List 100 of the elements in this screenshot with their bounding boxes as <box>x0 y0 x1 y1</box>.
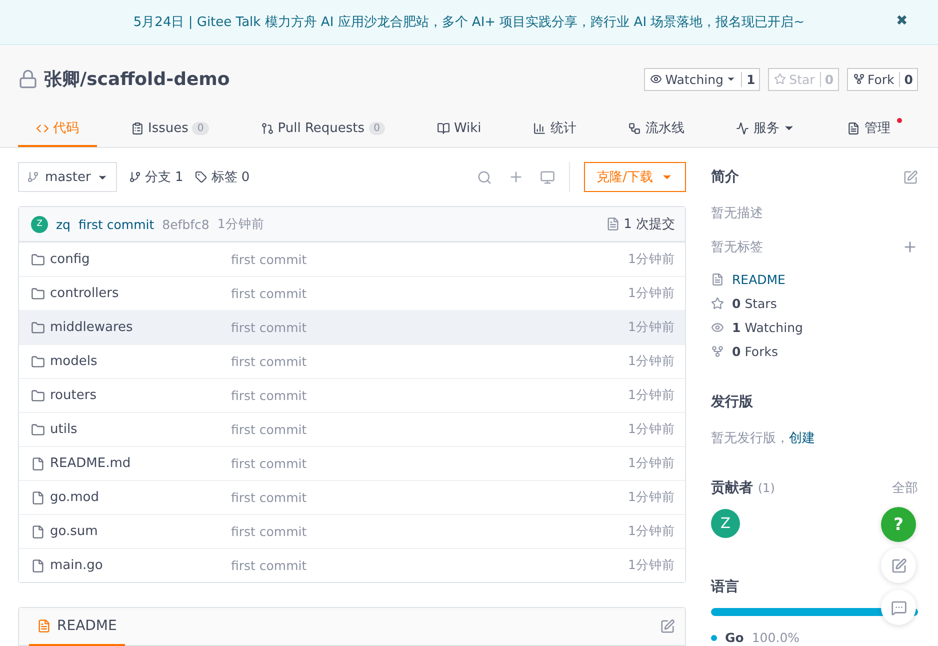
document-icon <box>711 273 724 286</box>
file-name[interactable]: utils <box>31 422 231 437</box>
languages-title: 语言 <box>711 578 739 596</box>
nav-tab[interactable]: 管理 <box>829 111 908 147</box>
file-time: 1分钟前 <box>628 421 675 438</box>
branch-icon <box>27 171 39 183</box>
plus-icon[interactable] <box>902 239 918 255</box>
nav-tab[interactable]: Pull Requests 0 <box>242 111 403 147</box>
file-name[interactable]: README.md <box>31 456 231 471</box>
stat-text[interactable]: 1 Watching <box>732 320 803 335</box>
commit-message[interactable]: first commit <box>78 216 154 232</box>
file-commit-message: first commit <box>231 354 307 369</box>
commit-author[interactable]: zq <box>56 216 70 232</box>
edit-icon <box>890 558 906 574</box>
file-name[interactable]: go.mod <box>31 490 231 505</box>
pull-request-icon <box>260 122 274 134</box>
file-commit-message: first commit <box>231 252 307 267</box>
nav-tab[interactable]: 流水线 <box>610 111 702 147</box>
edit-icon[interactable] <box>660 619 675 634</box>
chat-icon <box>890 600 906 616</box>
fork-icon <box>711 345 724 358</box>
star-icon <box>774 73 786 85</box>
readme-tab[interactable]: README <box>29 608 125 646</box>
file-time: 1分钟前 <box>628 489 675 506</box>
branch-select[interactable]: master <box>18 162 117 192</box>
file-name[interactable]: routers <box>31 388 231 403</box>
repo-title[interactable]: 张卿/scaffold-demo <box>44 67 230 91</box>
readme-link[interactable]: README <box>732 272 786 287</box>
fork-button[interactable]: Fork 0 <box>846 68 918 90</box>
document-icon <box>847 122 860 134</box>
file-time: 1分钟前 <box>628 523 675 540</box>
file-commit-message: first commit <box>231 524 307 539</box>
book-icon <box>436 122 450 134</box>
file-time: 1分钟前 <box>628 285 675 302</box>
commit-time: 1分钟前 <box>217 216 264 232</box>
stat-text[interactable]: 0 Stars <box>732 296 777 311</box>
file-commit-message: first commit <box>231 456 307 471</box>
file-name[interactable]: main.go <box>31 558 231 573</box>
tags-link[interactable]: 标签 0 <box>195 168 250 186</box>
folder-icon <box>31 252 45 266</box>
plus-icon[interactable] <box>508 169 524 185</box>
branch-icon <box>128 171 141 183</box>
file-commit-message: first commit <box>231 388 307 403</box>
search-icon[interactable] <box>476 170 492 184</box>
file-name[interactable]: middlewares <box>31 320 231 335</box>
file-time: 1分钟前 <box>628 353 675 370</box>
eye-icon <box>711 321 724 334</box>
file-name[interactable]: models <box>31 354 231 369</box>
intro-title: 简介 <box>711 168 739 186</box>
code-icon <box>36 122 49 134</box>
language-name: Go <box>725 630 744 645</box>
contributors-title: 贡献者 (1) <box>711 479 775 497</box>
eye-button[interactable]: Watching 1 <box>644 68 760 90</box>
bar-chart-icon <box>533 122 546 134</box>
tags-text: 暂无标签 <box>711 239 763 256</box>
file-name[interactable]: config <box>31 252 231 267</box>
file-commit-message: first commit <box>231 320 307 335</box>
commit-count-link[interactable]: 1 次提交 <box>606 215 675 233</box>
file-time: 1分钟前 <box>628 455 675 472</box>
checklist-icon <box>131 122 144 134</box>
file-row[interactable]: main.go first commit 1分钟前 <box>19 548 685 582</box>
edit-icon[interactable] <box>903 170 918 184</box>
count-badge: 0 <box>368 122 385 134</box>
monitor-icon[interactable] <box>540 170 555 184</box>
language-percent: 100.0% <box>752 630 800 645</box>
pipeline-icon <box>628 122 642 134</box>
star-icon <box>711 297 724 310</box>
feedback-button[interactable] <box>881 548 916 583</box>
releases-title: 发行版 <box>711 393 753 411</box>
folder-icon <box>31 320 45 334</box>
commit-hash: 8efbfc8 <box>162 216 210 232</box>
file-name[interactable]: go.sum <box>31 524 231 539</box>
description-text: 暂无描述 <box>711 205 763 222</box>
document-icon <box>37 618 51 632</box>
stat-text[interactable]: 0 Forks <box>732 344 778 359</box>
create-link[interactable]: 创建 <box>789 429 815 447</box>
tag-icon <box>195 171 208 183</box>
file-icon <box>31 558 45 572</box>
file-commit-message: first commit <box>231 490 307 505</box>
nav-tab[interactable]: Wiki <box>418 111 500 147</box>
file-time: 1分钟前 <box>628 251 675 268</box>
file-name[interactable]: controllers <box>31 286 231 301</box>
banner-text[interactable]: 5月24日 | Gitee Talk 模力方舟 AI 应用沙龙合肥站，多个 AI+ 项目实践分享，跨行业 AI 场景落地，报名现已开启~ <box>133 13 805 31</box>
folder-icon <box>31 354 45 368</box>
nav-tab[interactable]: 服务 <box>718 111 814 147</box>
chat-button[interactable] <box>881 590 916 625</box>
folder-icon <box>31 286 45 300</box>
close-button[interactable]: ✖ <box>896 12 908 28</box>
file-time: 1分钟前 <box>628 319 675 336</box>
file-commit-message: first commit <box>231 422 307 437</box>
branches-link[interactable]: 分支 1 <box>128 168 184 186</box>
file-row[interactable]: middlewares first commit 1分钟前 <box>19 310 685 344</box>
nav-tab[interactable]: Issues 0 <box>113 111 227 147</box>
file-commit-message: first commit <box>231 286 307 301</box>
file-time: 1分钟前 <box>628 557 675 574</box>
file-icon <box>31 524 45 538</box>
file-time: 1分钟前 <box>628 387 675 404</box>
count-badge: 0 <box>192 122 209 134</box>
nav-tab[interactable]: 统计 <box>515 111 594 147</box>
folder-icon <box>31 422 45 436</box>
